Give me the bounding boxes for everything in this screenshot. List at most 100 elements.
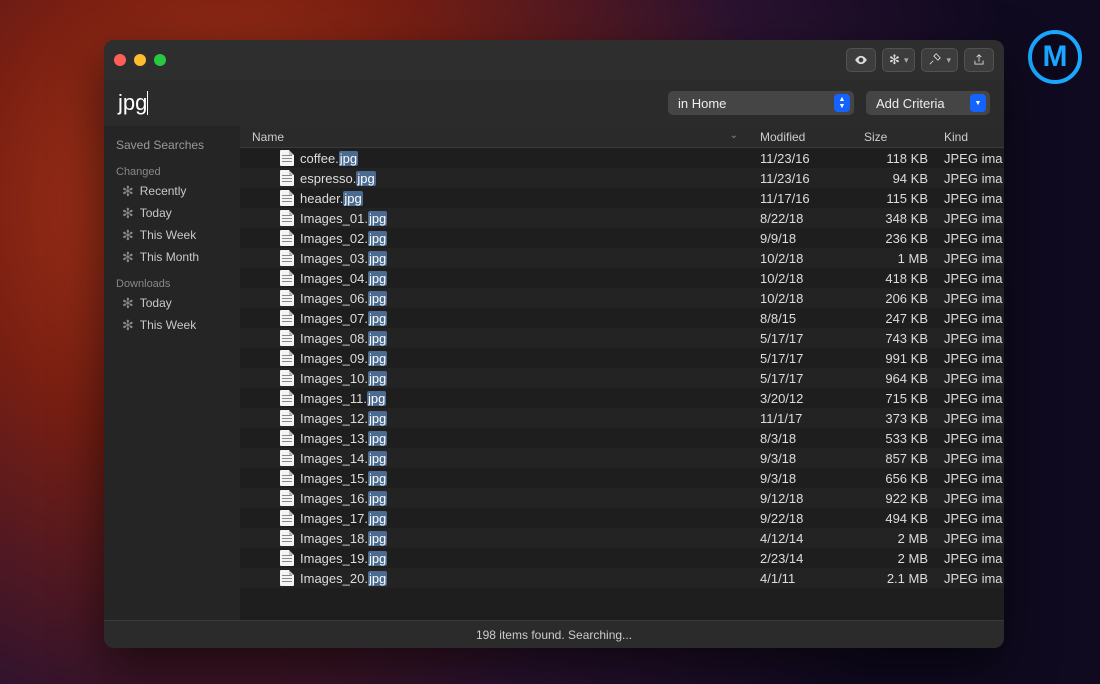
sidebar: Saved Searches Changed✻Recently✻Today✻Th…	[104, 126, 240, 620]
results-pane: Name ⌄ Modified Size Kind coffee.jpg11/2…	[240, 126, 1004, 620]
results-list[interactable]: coffee.jpg11/23/16118 KBJPEG ima espresso…	[240, 148, 1004, 620]
add-criteria-dropdown[interactable]: Add Criteria ▼	[866, 91, 990, 115]
table-row[interactable]: Images_02.jpg9/9/18236 KBJPEG ima	[240, 228, 1004, 248]
file-icon	[280, 350, 294, 366]
table-row[interactable]: Images_14.jpg9/3/18857 KBJPEG ima	[240, 448, 1004, 468]
file-icon	[280, 270, 294, 286]
file-name: Images_04.jpg	[300, 271, 387, 286]
search-input[interactable]: jpg	[118, 88, 418, 118]
file-icon	[280, 230, 294, 246]
column-header-name[interactable]: Name ⌄	[240, 130, 752, 144]
close-window-button[interactable]	[114, 54, 126, 66]
cell-size: 418 KB	[856, 271, 936, 286]
cell-name: Images_11.jpg	[240, 390, 752, 406]
cell-kind: JPEG ima	[936, 171, 1004, 186]
cell-size: 236 KB	[856, 231, 936, 246]
cell-size: 922 KB	[856, 491, 936, 506]
table-row[interactable]: Images_10.jpg5/17/17964 KBJPEG ima	[240, 368, 1004, 388]
file-icon	[280, 210, 294, 226]
cell-modified: 11/1/17	[752, 411, 856, 426]
table-row[interactable]: Images_06.jpg10/2/18206 KBJPEG ima	[240, 288, 1004, 308]
sidebar-item[interactable]: ✻Today	[104, 292, 240, 314]
scope-selected-label: in Home	[678, 96, 834, 111]
cell-modified: 10/2/18	[752, 291, 856, 306]
file-name: Images_03.jpg	[300, 251, 387, 266]
cell-modified: 9/9/18	[752, 231, 856, 246]
sidebar-item-label: This Week	[140, 316, 196, 334]
cell-modified: 11/23/16	[752, 171, 856, 186]
table-row[interactable]: Images_20.jpg4/1/112.1 MBJPEG ima	[240, 568, 1004, 588]
file-icon	[280, 530, 294, 546]
sidebar-item[interactable]: ✻ Recently	[104, 180, 240, 202]
file-name: Images_06.jpg	[300, 291, 387, 306]
cell-name: Images_15.jpg	[240, 470, 752, 486]
table-row[interactable]: Images_03.jpg10/2/181 MBJPEG ima	[240, 248, 1004, 268]
cell-name: Images_04.jpg	[240, 270, 752, 286]
table-row[interactable]: Images_15.jpg9/3/18656 KBJPEG ima	[240, 468, 1004, 488]
cell-size: 247 KB	[856, 311, 936, 326]
table-row[interactable]: Images_01.jpg8/22/18348 KBJPEG ima	[240, 208, 1004, 228]
cell-kind: JPEG ima	[936, 291, 1004, 306]
sidebar-item-label: Recently	[140, 182, 187, 200]
table-row[interactable]: Images_12.jpg11/1/17373 KBJPEG ima	[240, 408, 1004, 428]
cell-size: 115 KB	[856, 191, 936, 206]
scope-dropdown[interactable]: in Home ▲▼	[668, 91, 854, 115]
settings-menu-button[interactable]: ✻▾	[882, 48, 915, 72]
table-row[interactable]: Images_07.jpg8/8/15247 KBJPEG ima	[240, 308, 1004, 328]
chevron-down-icon: ▾	[946, 55, 951, 66]
quicklook-button[interactable]	[846, 48, 876, 72]
sidebar-item-label: Today	[140, 204, 172, 222]
app-window: ✻▾ ▾ jpg in Home ▲▼ Add Criteria ▼ Saved…	[104, 40, 1004, 648]
table-row[interactable]: Images_19.jpg2/23/142 MBJPEG ima	[240, 548, 1004, 568]
sidebar-item[interactable]: ✻Today	[104, 202, 240, 224]
cell-modified: 4/12/14	[752, 531, 856, 546]
text-cursor	[147, 91, 148, 115]
tools-menu-button[interactable]: ▾	[921, 48, 958, 72]
updown-arrows-icon: ▲▼	[834, 94, 850, 112]
column-header-modified[interactable]: Modified	[752, 130, 856, 144]
file-name: Images_15.jpg	[300, 471, 387, 486]
cell-kind: JPEG ima	[936, 211, 1004, 226]
column-headers: Name ⌄ Modified Size Kind	[240, 126, 1004, 148]
cell-modified: 3/20/12	[752, 391, 856, 406]
file-icon	[280, 570, 294, 586]
table-row[interactable]: Images_13.jpg8/3/18533 KBJPEG ima	[240, 428, 1004, 448]
file-icon	[280, 430, 294, 446]
cell-kind: JPEG ima	[936, 451, 1004, 466]
file-name: espresso.jpg	[300, 171, 376, 186]
table-row[interactable]: espresso.jpg11/23/1694 KBJPEG ima	[240, 168, 1004, 188]
table-row[interactable]: coffee.jpg11/23/16118 KBJPEG ima	[240, 148, 1004, 168]
cell-name: Images_20.jpg	[240, 570, 752, 586]
column-header-kind[interactable]: Kind	[936, 130, 1004, 144]
minimize-window-button[interactable]	[134, 54, 146, 66]
sidebar-item-label: Today	[140, 294, 172, 312]
table-row[interactable]: Images_08.jpg5/17/17743 KBJPEG ima	[240, 328, 1004, 348]
cell-size: 743 KB	[856, 331, 936, 346]
sidebar-section-header: Downloads	[104, 274, 240, 292]
share-button[interactable]	[964, 48, 994, 72]
cell-modified: 8/22/18	[752, 211, 856, 226]
cell-kind: JPEG ima	[936, 371, 1004, 386]
table-row[interactable]: Images_11.jpg3/20/12715 KBJPEG ima	[240, 388, 1004, 408]
gear-icon: ✻	[122, 182, 134, 200]
table-row[interactable]: Images_09.jpg5/17/17991 KBJPEG ima	[240, 348, 1004, 368]
cell-name: Images_17.jpg	[240, 510, 752, 526]
cell-modified: 2/23/14	[752, 551, 856, 566]
column-header-size[interactable]: Size	[856, 130, 936, 144]
window-controls	[114, 54, 166, 66]
table-row[interactable]: header.jpg11/17/16115 KBJPEG ima	[240, 188, 1004, 208]
file-icon	[280, 170, 294, 186]
cell-name: Images_06.jpg	[240, 290, 752, 306]
chevron-down-icon: ▼	[970, 94, 986, 112]
table-row[interactable]: Images_04.jpg10/2/18418 KBJPEG ima	[240, 268, 1004, 288]
cell-size: 857 KB	[856, 451, 936, 466]
table-row[interactable]: Images_16.jpg9/12/18922 KBJPEG ima	[240, 488, 1004, 508]
table-row[interactable]: Images_18.jpg4/12/142 MBJPEG ima	[240, 528, 1004, 548]
zoom-window-button[interactable]	[154, 54, 166, 66]
cell-modified: 8/8/15	[752, 311, 856, 326]
sidebar-item[interactable]: ✻This Month	[104, 246, 240, 268]
sidebar-item[interactable]: ✻This Week	[104, 314, 240, 336]
sidebar-item[interactable]: ✻This Week	[104, 224, 240, 246]
cell-modified: 9/3/18	[752, 451, 856, 466]
table-row[interactable]: Images_17.jpg9/22/18494 KBJPEG ima	[240, 508, 1004, 528]
